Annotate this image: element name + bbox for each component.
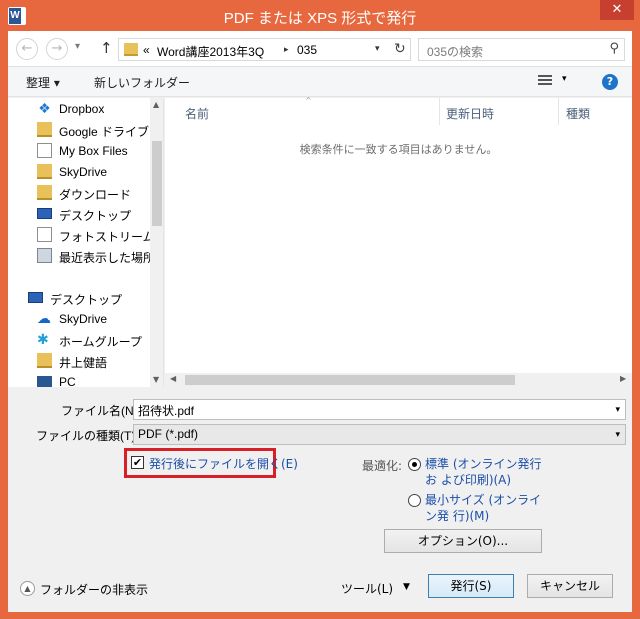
- cloud-icon: ☁: [37, 310, 51, 326]
- breadcrumb-item[interactable]: 035: [297, 43, 317, 57]
- breadcrumb-item[interactable]: Word講座2013年3Q: [157, 43, 264, 60]
- search-icon[interactable]: ⚲: [609, 41, 619, 56]
- up-one-level-button[interactable]: ↑: [100, 39, 113, 57]
- nav-item-label: 最近表示した場所: [59, 251, 156, 265]
- column-header-type[interactable]: 種類: [566, 105, 590, 122]
- optimize-label: 最適化:: [362, 459, 403, 473]
- nav-item-label: SkyDrive: [59, 165, 108, 179]
- folder-icon: [37, 122, 52, 137]
- sort-ascending-icon: ^: [305, 96, 312, 105]
- publish-button[interactable]: 発行(S): [428, 574, 514, 598]
- scrollbar-thumb[interactable]: [152, 141, 162, 226]
- folder-icon: [37, 164, 52, 179]
- column-header-date[interactable]: 更新日時: [446, 105, 494, 122]
- filetype-label: ファイルの種類(T):: [36, 429, 139, 443]
- scroll-right-icon[interactable]: ▶: [620, 374, 626, 383]
- navigation-scrollbar[interactable]: ▲ ▼: [150, 98, 163, 387]
- open-after-publish-highlight: ✔ 発行後にファイルを開く(E): [124, 448, 298, 478]
- document-icon: [37, 143, 52, 158]
- column-header-name[interactable]: 名前: [185, 105, 209, 122]
- horizontal-scrollbar[interactable]: ◀ ▶: [165, 373, 632, 387]
- recent-places-icon: [37, 248, 52, 263]
- document-icon: [37, 227, 52, 242]
- search-input[interactable]: 035の検索: [427, 43, 483, 60]
- scroll-down-icon[interactable]: ▼: [153, 375, 159, 384]
- desktop-icon: [28, 292, 43, 303]
- breadcrumb-separator-icon[interactable]: ▸: [284, 45, 289, 55]
- filename-value[interactable]: 招待状.pdf: [138, 402, 194, 419]
- folder-icon: [124, 43, 138, 56]
- window-title: PDF または XPS 形式で発行: [223, 10, 417, 27]
- empty-list-message: 検索条件に一致する項目はありません。: [299, 143, 498, 156]
- nav-item-label: SkyDrive: [59, 312, 108, 326]
- dropbox-icon: ❖: [38, 100, 51, 116]
- scrollbar-thumb[interactable]: [185, 375, 515, 385]
- help-icon[interactable]: ?: [602, 74, 618, 90]
- organize-button[interactable]: 整理 ▾: [26, 74, 60, 91]
- new-folder-button[interactable]: 新しいフォルダー: [94, 74, 190, 91]
- nav-item-label: Google ドライブ: [59, 125, 150, 139]
- nav-item-label: デスクトップ: [50, 293, 123, 307]
- recent-locations-icon[interactable]: ▾: [75, 41, 80, 52]
- nav-item-label: デスクトップ: [59, 209, 132, 223]
- column-divider[interactable]: [558, 98, 559, 125]
- tools-button[interactable]: ツール(L): [341, 580, 393, 597]
- filename-field[interactable]: 招待状.pdf ▾: [133, 399, 626, 420]
- nav-item-label: Dropbox: [59, 102, 105, 116]
- options-button[interactable]: オプション(O)...: [384, 529, 542, 553]
- chevron-down-icon[interactable]: ▾: [615, 430, 620, 440]
- radio-minimum-label[interactable]: 最小サイズ (オンライン発 行)(M): [425, 492, 545, 524]
- open-after-publish-checkbox[interactable]: ✔: [131, 456, 144, 469]
- nav-item-label: フォトストリーム: [59, 230, 155, 244]
- radio-standard-label[interactable]: 標準 (オンライン発行お よび印刷)(A): [425, 456, 543, 488]
- user-folder-icon: [37, 353, 52, 368]
- radio-standard[interactable]: [408, 458, 421, 471]
- close-button[interactable]: ✕: [600, 0, 634, 20]
- hide-folders-label: フォルダーの非表示: [40, 583, 149, 597]
- filename-label: ファイル名(N):: [61, 404, 141, 418]
- cancel-button[interactable]: キャンセル: [527, 574, 613, 598]
- chevron-down-icon[interactable]: ▾: [615, 405, 620, 415]
- scroll-up-icon[interactable]: ▲: [153, 100, 159, 109]
- scroll-left-icon[interactable]: ◀: [170, 374, 176, 383]
- refresh-icon[interactable]: ↻: [394, 41, 406, 57]
- open-after-publish-label[interactable]: 発行後にファイルを開く(E): [149, 455, 298, 472]
- breadcrumb-prefix[interactable]: «: [143, 43, 150, 57]
- back-button[interactable]: ←: [16, 38, 38, 60]
- homegroup-icon: ✱: [37, 331, 49, 347]
- dialog-client: ← → ▾ ↑ « Word講座2013年3Q ▸ 035 ▾ ↻ 035の検索…: [8, 31, 632, 612]
- navigation-bar: ← → ▾ ↑ « Word講座2013年3Q ▸ 035 ▾ ↻ 035の検索…: [8, 31, 632, 67]
- nav-item-label: ホームグループ: [59, 335, 142, 349]
- view-options-icon[interactable]: [538, 75, 552, 87]
- filetype-select[interactable]: PDF (*.pdf) ▾: [133, 424, 626, 445]
- address-dropdown-icon[interactable]: ▾: [375, 44, 380, 54]
- desktop-icon: [37, 208, 52, 219]
- dialog-window: W PDF または XPS 形式で発行 ✕ ← → ▾ ↑ « Word講座20…: [0, 0, 640, 619]
- radio-minimum[interactable]: [408, 494, 421, 507]
- download-folder-icon: [37, 185, 52, 200]
- command-toolbar: 整理 ▾ 新しいフォルダー ▾ ?: [8, 67, 632, 97]
- nav-item-label: ダウンロード: [59, 188, 132, 202]
- navigation-pane[interactable]: ❖ Dropbox Google ドライブ My Box Files SkyDr…: [8, 98, 164, 387]
- tools-dropdown-icon[interactable]: ▼: [403, 582, 410, 592]
- search-box[interactable]: 035の検索 ⚲: [418, 38, 625, 61]
- column-divider[interactable]: [439, 98, 440, 125]
- title-bar[interactable]: W PDF または XPS 形式で発行 ✕: [0, 0, 640, 32]
- collapse-icon: ▲: [20, 581, 35, 596]
- view-dropdown-icon[interactable]: ▾: [562, 74, 567, 84]
- nav-item-label: My Box Files: [59, 144, 128, 158]
- nav-item-label: 井上健語: [59, 356, 108, 370]
- address-bar[interactable]: « Word講座2013年3Q ▸ 035 ▾ ↻: [118, 38, 411, 61]
- forward-button[interactable]: →: [46, 38, 68, 60]
- nav-item-label: PC: [59, 375, 76, 387]
- file-list[interactable]: ^ 名前 更新日時 種類 検索条件に一致する項目はありません。 ◀ ▶: [165, 96, 632, 387]
- filetype-value[interactable]: PDF (*.pdf): [138, 427, 198, 441]
- pc-icon: [37, 376, 52, 387]
